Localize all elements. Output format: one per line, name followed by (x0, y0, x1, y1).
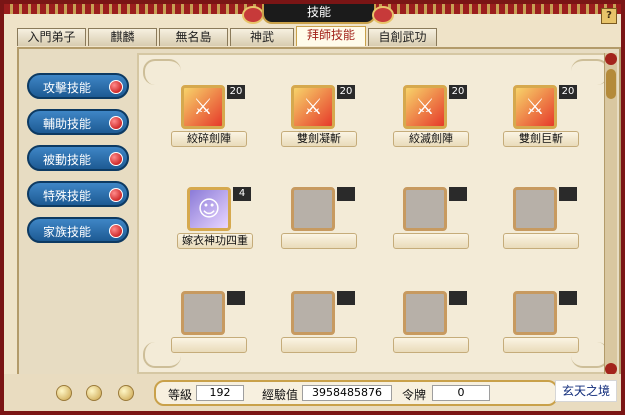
skill-slot[interactable]: ⚔ 20 絞碎劍陣 (169, 85, 249, 165)
tab-nameless-island[interactable]: 無名島 (159, 28, 228, 46)
empty-slot-frame[interactable] (403, 291, 447, 335)
sidebar-family-skills-button[interactable]: 家族技能 (27, 217, 129, 243)
sword-slash-icon[interactable]: ⚔ (181, 85, 225, 129)
skill-nameplate (281, 337, 357, 353)
token-value: 0 (432, 385, 490, 401)
red-orb-icon (109, 224, 123, 238)
empty-slot-frame[interactable] (291, 187, 335, 231)
skill-nameplate (171, 337, 247, 353)
sword-glyph: ⚔ (193, 94, 213, 120)
skill-name: 嫁衣神功四重 (177, 233, 253, 249)
skill-slot[interactable]: ☺ 4 嫁衣神功四重 (175, 187, 255, 267)
twin-blade-icon[interactable]: ⚔ (513, 85, 557, 129)
exp-label: 經驗值 (262, 388, 299, 402)
skill-name: 絞碎劍陣 (171, 131, 247, 147)
sidebar-button-label: 輔助技能 (43, 117, 92, 131)
sword-slash-icon[interactable]: ⚔ (403, 85, 447, 129)
level-label: 等級 (168, 388, 193, 402)
empty-slot-frame[interactable] (513, 187, 557, 231)
skill-level-badge (337, 187, 355, 201)
skill-name: 雙劍凝斬 (281, 131, 357, 147)
buff-girl-icon[interactable]: ☺ (187, 187, 231, 231)
sidebar-button-label: 攻擊技能 (43, 81, 92, 95)
skill-level-badge (559, 291, 577, 305)
red-orb-icon (109, 152, 123, 166)
empty-slot-frame[interactable] (513, 291, 557, 335)
red-orb-icon (109, 188, 123, 202)
empty-skill-slot[interactable] (279, 187, 359, 267)
empty-slot-frame[interactable] (291, 291, 335, 335)
skill-nameplate (281, 233, 357, 249)
empty-slot-frame[interactable] (181, 291, 225, 335)
skill-nameplate (393, 337, 469, 353)
skill-level-badge: 20 (337, 85, 355, 99)
empty-skill-slot[interactable] (279, 291, 359, 371)
title-ornament-left (242, 6, 264, 24)
gold-orb-icon[interactable] (86, 385, 102, 401)
skill-level-badge: 20 (559, 85, 577, 99)
skill-level-badge (449, 187, 467, 201)
help-button[interactable]: ? (601, 8, 617, 24)
scroll-up-arrow-icon[interactable] (605, 53, 617, 65)
sidebar-passive-skills-button[interactable]: 被動技能 (27, 145, 129, 171)
skill-slot[interactable]: ⚔ 20 雙劍巨斬 (501, 85, 581, 165)
sidebar-attack-skills-button[interactable]: 攻擊技能 (27, 73, 129, 99)
sidebar-button-label: 特殊技能 (43, 189, 92, 203)
scroll-thumb[interactable] (606, 69, 616, 99)
red-orb-icon (109, 80, 123, 94)
gold-orb-icon[interactable] (56, 385, 72, 401)
blade-glyph: ⚔ (303, 94, 323, 120)
window-title: 技能 (262, 4, 376, 24)
skill-panel: 攻擊技能 輔助技能 被動技能 特殊技能 家族技能 ⚔ 20 絞碎劍陣 ⚔ 20 … (17, 47, 621, 381)
skill-level-badge (449, 291, 467, 305)
character-stats: 等級 192 經驗值 3958485876 令牌 0 (154, 380, 558, 406)
tab-bar: 入門弟子 麒麟 無名島 神武 拜師技能 自創武功 (17, 26, 437, 47)
tab-divine-martial[interactable]: 神武 (230, 28, 294, 46)
tab-custom-martial[interactable]: 自創武功 (368, 28, 437, 46)
tab-master-skills[interactable]: 拜師技能 (296, 26, 366, 46)
skill-grid: ⚔ 20 絞碎劍陣 ⚔ 20 雙劍凝斬 ⚔ 20 絞滅劍陣 ⚔ 20 雙劍巨斬 (137, 53, 615, 374)
title-ornament-right (372, 6, 394, 24)
empty-skill-slot[interactable] (391, 187, 471, 267)
skill-window: 技能 ? 入門弟子 麒麟 無名島 神武 拜師技能 自創武功 攻擊技能 輔助技能 … (0, 0, 625, 415)
skill-slot[interactable]: ⚔ 20 雙劍凝斬 (279, 85, 359, 165)
buff-glyph: ☺ (197, 196, 221, 222)
corner-ornament (143, 59, 181, 85)
skill-level-badge (227, 291, 245, 305)
skill-level-badge: 20 (227, 85, 245, 99)
status-bar: 等級 192 經驗值 3958485876 令牌 0 玄天之境 (4, 374, 621, 411)
skill-nameplate (503, 233, 579, 249)
skill-category-sidebar: 攻擊技能 輔助技能 被動技能 特殊技能 家族技能 (23, 53, 133, 373)
empty-skill-slot[interactable] (501, 291, 581, 371)
skill-nameplate (393, 233, 469, 249)
empty-skill-slot[interactable] (391, 291, 471, 371)
skill-level-badge: 4 (233, 187, 251, 201)
sidebar-special-skills-button[interactable]: 特殊技能 (27, 181, 129, 207)
gold-orb-icon[interactable] (118, 385, 134, 401)
skill-level-badge (337, 291, 355, 305)
skill-level-badge (559, 187, 577, 201)
twin-blade-icon[interactable]: ⚔ (291, 85, 335, 129)
skill-name: 雙劍巨斬 (503, 131, 579, 147)
empty-skill-slot[interactable] (501, 187, 581, 267)
empty-slot-frame[interactable] (403, 187, 447, 231)
blade-glyph: ⚔ (525, 94, 545, 120)
empty-skill-slot[interactable] (169, 291, 249, 371)
vertical-scrollbar[interactable] (604, 53, 617, 375)
sidebar-button-label: 被動技能 (43, 153, 92, 167)
sword-glyph: ⚔ (415, 94, 435, 120)
exp-value: 3958485876 (302, 385, 392, 401)
tab-qilin[interactable]: 麒麟 (88, 28, 157, 46)
tab-beginner[interactable]: 入門弟子 (17, 28, 86, 46)
red-orb-icon (109, 116, 123, 130)
skill-name: 絞滅劍陣 (393, 131, 469, 147)
skill-nameplate (503, 337, 579, 353)
level-value: 192 (196, 385, 244, 401)
token-label: 令牌 (402, 388, 427, 402)
skill-slot[interactable]: ⚔ 20 絞滅劍陣 (391, 85, 471, 165)
sidebar-button-label: 家族技能 (43, 225, 92, 239)
sidebar-support-skills-button[interactable]: 輔助技能 (27, 109, 129, 135)
location-label: 玄天之境 (555, 380, 617, 402)
skill-level-badge: 20 (449, 85, 467, 99)
